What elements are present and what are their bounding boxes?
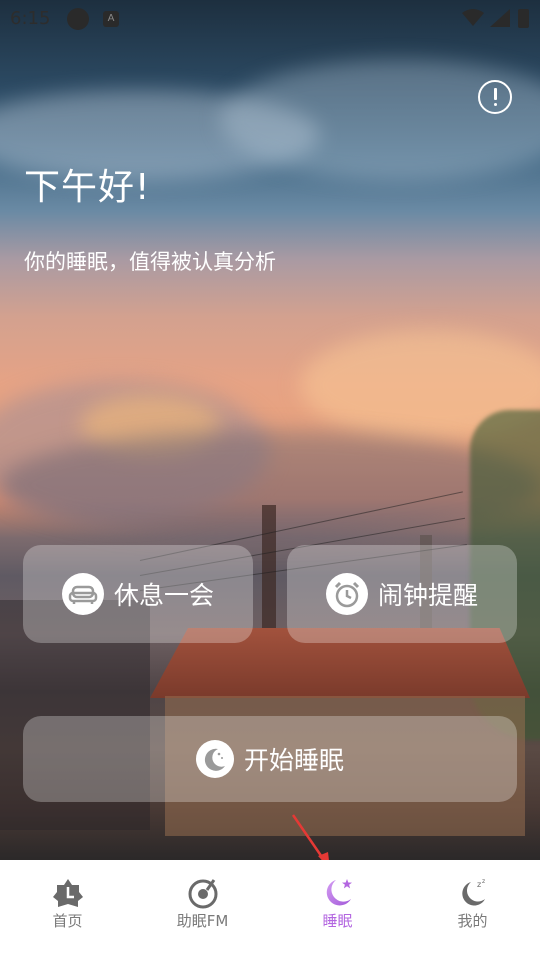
alarm-clock-icon — [325, 573, 368, 615]
moon-star-icon — [326, 879, 352, 906]
alarm-button[interactable]: 闹钟提醒 — [287, 545, 517, 643]
nav-label-home: 首页 — [52, 912, 83, 930]
signal-icon — [490, 9, 510, 27]
circle-icon — [67, 8, 89, 30]
moon-zzz-icon: z z — [461, 878, 485, 906]
status-bar: 6:15 A — [0, 0, 540, 38]
battery-icon — [518, 9, 529, 28]
bottom-nav: 首页 助眠FM 睡眠 z z 我的 — [0, 860, 540, 960]
nav-item-sleep[interactable]: 睡眠 — [270, 860, 405, 960]
sofa-icon — [61, 573, 104, 615]
background-image — [0, 0, 540, 960]
start-sleep-button[interactable]: 开始睡眠 — [23, 716, 517, 802]
nav-label-mine: 我的 — [457, 912, 488, 930]
moon-icon — [195, 740, 234, 778]
home-icon — [52, 879, 83, 907]
nav-item-home[interactable]: 首页 — [0, 860, 135, 960]
svg-text:z: z — [477, 880, 481, 889]
start-sleep-label: 开始睡眠 — [243, 746, 344, 775]
nav-label-sleep: 睡眠 — [322, 912, 353, 930]
svg-text:z: z — [482, 878, 485, 885]
nav-item-mine[interactable]: z z 我的 — [405, 860, 540, 960]
rest-button[interactable]: 休息一会 — [23, 545, 253, 643]
rest-label: 休息一会 — [113, 581, 214, 610]
a-icon: A — [103, 11, 119, 27]
nav-label-fm: 助眠FM — [176, 912, 229, 930]
fm-record-icon — [188, 879, 217, 909]
nav-item-fm[interactable]: 助眠FM — [135, 860, 270, 960]
status-time: 6:15 — [10, 8, 51, 29]
greeting-title: 下午好! — [24, 167, 151, 208]
alarm-label: 闹钟提醒 — [377, 581, 478, 610]
info-icon[interactable] — [478, 80, 512, 114]
wifi-icon — [462, 9, 484, 26]
greeting-subtitle: 你的睡眠，值得被认真分析 — [24, 250, 276, 274]
